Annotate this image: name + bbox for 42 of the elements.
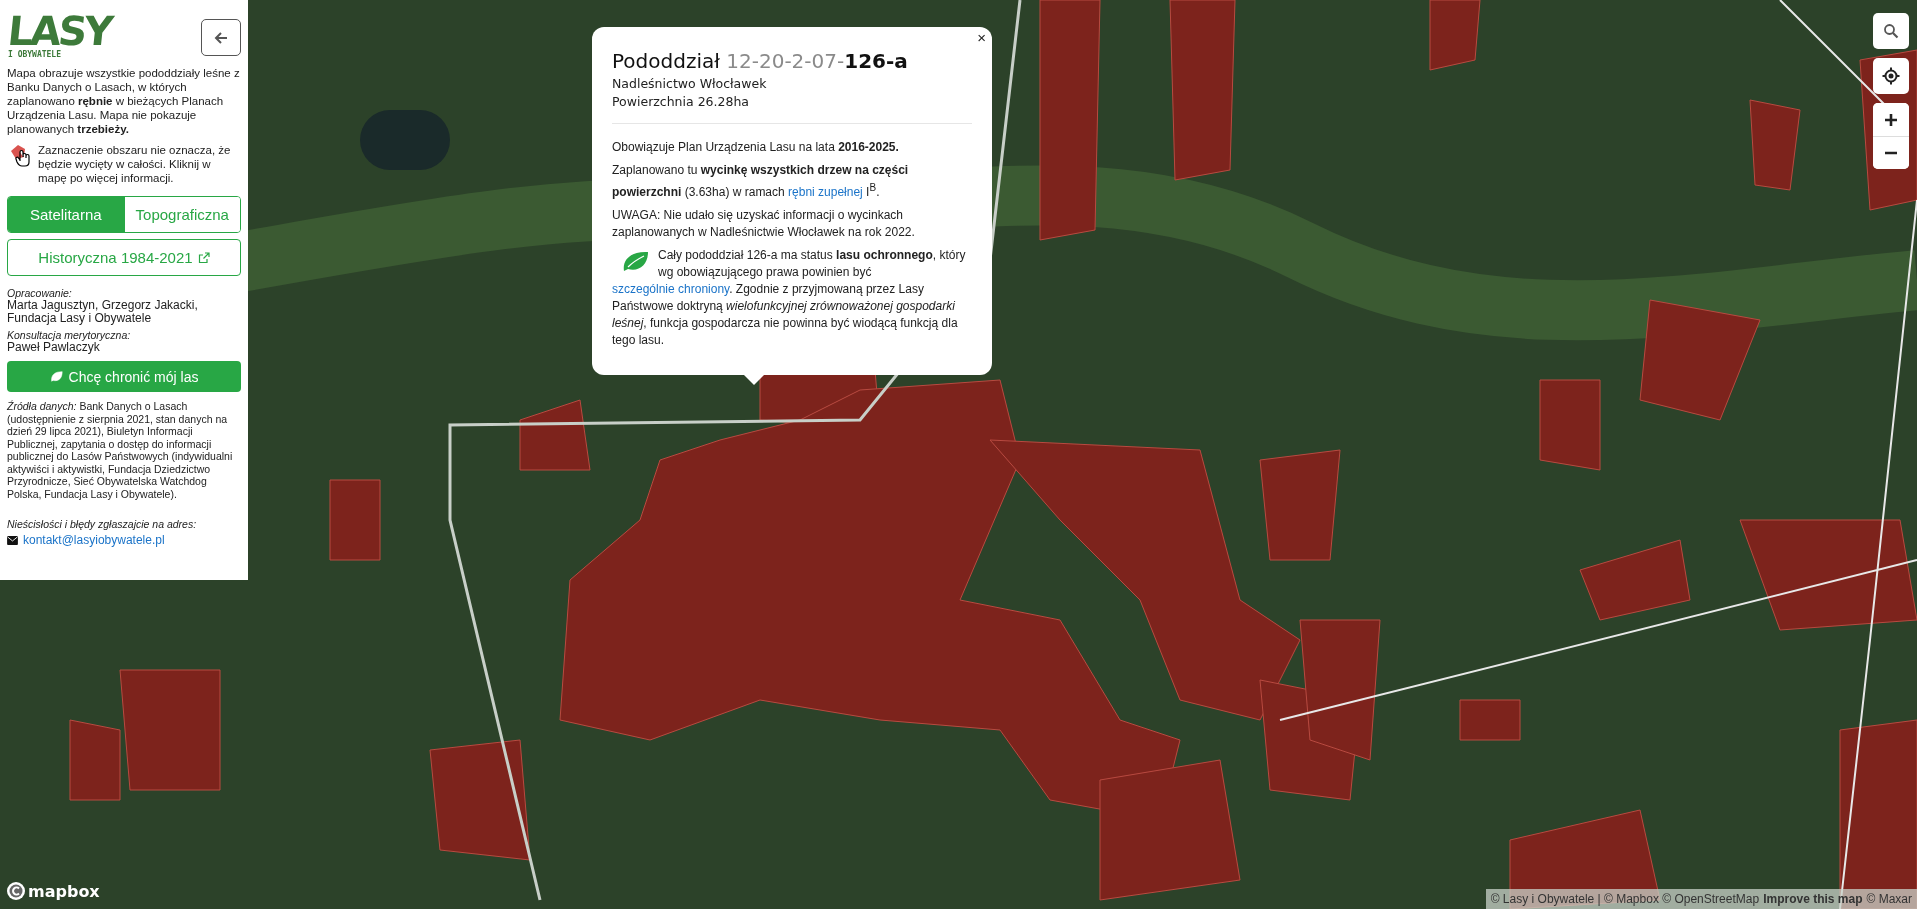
- popup-paragraph: Zaplanowano tu wycinkę wszystkich drzew na części powierzchni (3.63ha) w ramach rębni zupełnej I$^{B}$.: [612, 162, 910, 201]
- popup-paragraph: Obowiązuje Plan Urządzenia Lasu na lata 2016-2025.: [612, 139, 900, 156]
- mapbox-logo-text: mapbox: [28, 881, 100, 901]
- popup-paragraph: Cały pododdział 126-a ma status lasu ochronnego, który wg obowiązującego prawa powinien być szczególnie chroniony. Zgodnie z przyjmowaną przez Lasy Państwowe doktryną wielofunkcyjnej zrównoważonej gospodarki leśnej, funkcja gospodarcza nie powinna być wiodącą funkcją dla tego lasu.: [612, 247, 967, 349]
- locate-button[interactable]: [1873, 58, 1909, 94]
- envelope-icon: [7, 535, 18, 545]
- contact-heading: Nieścisłości i błędy zgłaszajcie na adres:: [7, 518, 198, 530]
- search-icon: [1883, 23, 1899, 39]
- credit-text: Marta Jagusztyn, Grzegorz Jakacki, Fundacja Lasy i Obywatele: [7, 299, 199, 325]
- logo-subtitle: I OBYWATELE: [8, 50, 62, 59]
- improve-map-link[interactable]: Improve this map: [1763, 892, 1863, 906]
- credit-heading: Konsultacja merytoryczna:: [7, 329, 132, 341]
- credit-text: Paweł Pawlaczyk: [7, 341, 100, 354]
- district-name: Nadleśnictwo Włocławek: [612, 75, 768, 93]
- protect-forest-button[interactable]: Chcę chronić mój las: [7, 361, 241, 392]
- leaf-icon: [622, 249, 650, 273]
- historical-map-link[interactable]: Historyczna 1984-2021: [7, 239, 241, 276]
- plus-icon: [1884, 112, 1898, 127]
- attribution-text: © Maxar: [1866, 892, 1912, 906]
- leaf-icon: [49, 370, 63, 383]
- map-layer-tab[interactable]: Satelitarna: [8, 197, 124, 232]
- mapbox-logo-icon: [6, 881, 26, 901]
- popup-title: Pododdział 12-20-2-07-126-a: [612, 48, 909, 75]
- close-button[interactable]: ×: [975, 29, 988, 46]
- intro-text: Mapa obrazuje wszystkie pododdziały leśne z Banku Danych o Lasach, w których zaplanowano rębnie w bieżących Planach Urządzenia Lasu. Mapa nie pokazuje planowanych trzebieży.: [7, 66, 241, 136]
- map-layer-tab[interactable]: Topograficzna: [123, 197, 240, 232]
- back-button[interactable]: [201, 19, 241, 56]
- arrow-left-icon: [213, 29, 229, 46]
- popup-link[interactable]: rębni zupełnej: [788, 185, 863, 199]
- hint-text: Zaznaczenie obszaru nie oznacza, że będzie wycięty w całości. Kliknij w mapę po więcej informacji.: [38, 143, 232, 185]
- external-link-icon: [197, 251, 210, 264]
- email-link[interactable]: kontakt@lasyiobywatele.pl: [23, 533, 165, 547]
- attribution-text: © Lasy i Obywatele | © Mapbox © OpenStreetMap: [1490, 892, 1760, 906]
- hand-pointer-icon: [9, 143, 33, 167]
- search-button[interactable]: [1873, 13, 1909, 49]
- popup-paragraph: UWAGA: Nie udało się uzyskać informacji o wycinkach zaplanowanych w Nadleśnictwie Włocławek na rok 2022.: [612, 207, 916, 241]
- credit-heading: Opracowanie:: [7, 287, 72, 299]
- zoom-out-button[interactable]: [1873, 136, 1909, 169]
- data-sources-text: Źródła danych: Bank Danych o Lasach (udostępnienie z sierpnia 2021, stan danych na dzień 29 lipca 2021), Biuletyn Informacji Publicznej, zapytania o dostęp do informacji publicznej do Lasów Państwowych (indywidualni aktywiści i aktywistki, Fundacja Dziedzictwo Przyrodnicze, Sieć Obywatelska Watchdog Polska, Fundacja Lasy i Obywatele).: [7, 400, 234, 500]
- target-icon: [1882, 67, 1900, 85]
- logo-text: LASY: [6, 12, 113, 50]
- area-text: Powierzchnia 26.28ha: [612, 93, 751, 111]
